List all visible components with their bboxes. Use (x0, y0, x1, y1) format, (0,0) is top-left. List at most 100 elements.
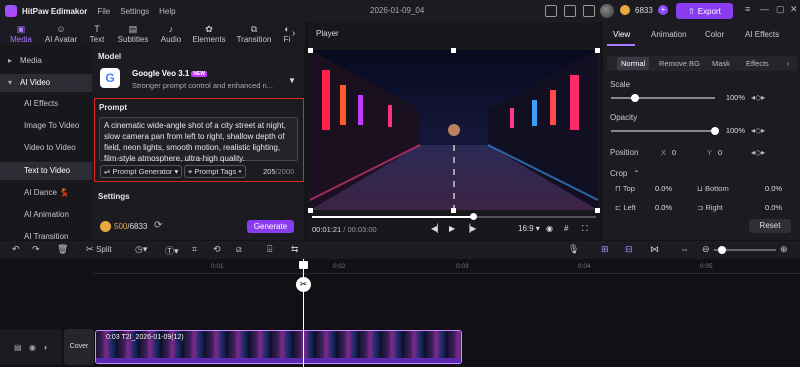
tab-text[interactable]: T Text (86, 22, 108, 46)
resize-handle[interactable] (451, 48, 456, 53)
sidebar-item-ai-animation[interactable]: AI Animation (0, 206, 92, 224)
position-x-field[interactable]: X0 (661, 148, 676, 157)
video-clip[interactable]: 0:03 T2I_2026-01-09(12) (95, 330, 462, 364)
cover-button[interactable]: Cover (64, 329, 94, 365)
zoom-in-icon[interactable]: ⊕ (780, 244, 788, 255)
tab-ai-effects[interactable]: AI Effects (745, 30, 779, 39)
subtab-mask[interactable]: Mask (712, 59, 730, 68)
slider-knob[interactable] (711, 127, 719, 135)
crop-left-value[interactable]: 0.0% (655, 203, 672, 212)
crop-top-value[interactable]: 0.0% (655, 184, 672, 193)
tab-subtitles[interactable]: ▤ Subtitles (113, 22, 153, 46)
grid-icon[interactable]: # (564, 224, 568, 233)
zoom-out-icon[interactable]: ⊖ (702, 244, 710, 255)
reset-button[interactable]: Reset (749, 219, 791, 233)
minimize-icon[interactable]: — (760, 4, 769, 14)
sidebar-item-ai-transition[interactable]: AI Transition (0, 228, 92, 240)
add-credits-button[interactable]: + (658, 5, 668, 15)
keyframe-nav-icon[interactable]: ◂◇▸ (751, 148, 765, 157)
tab-ai-avatar[interactable]: ☺ AI Avatar (40, 22, 82, 46)
sidebar-item-ai-dance[interactable]: AI Dance 💃 (0, 184, 92, 202)
split-button[interactable]: ✂ Split (86, 244, 112, 255)
subtab-effects[interactable]: Effects (746, 59, 769, 68)
next-frame-icon[interactable]: ▕▶ (464, 224, 476, 233)
snap-icon[interactable]: ⊟ (625, 244, 633, 255)
tab-transition[interactable]: ⧉ Transition (234, 22, 274, 46)
text-tool-icon[interactable]: Ⓣ▾ (165, 244, 179, 257)
resize-handle[interactable] (595, 208, 600, 213)
magnet-icon[interactable]: ⋈ (650, 244, 659, 255)
chevron-up-icon[interactable]: ⌃ (633, 169, 640, 178)
position-y-field[interactable]: Y0 (707, 148, 722, 157)
snapshot-icon[interactable]: ◉ (546, 224, 553, 233)
prompt-tags-button[interactable]: ⌖ Prompt Tags ▾ (184, 165, 246, 178)
menu-icon[interactable]: ≡ (745, 4, 750, 14)
crop-right-value[interactable]: 0.0% (765, 203, 782, 212)
close-icon[interactable]: ✕ (790, 4, 798, 15)
resize-handle[interactable] (308, 48, 313, 53)
notification-icon[interactable] (564, 5, 576, 17)
zoom-slider[interactable] (714, 246, 776, 254)
redo-icon[interactable]: ↷ (32, 244, 40, 255)
playhead[interactable] (303, 259, 304, 367)
aspect-ratio-select[interactable]: 16:9 ▾ (518, 224, 540, 233)
menu-file[interactable]: File (97, 7, 110, 16)
opacity-value[interactable]: 100% (723, 126, 745, 135)
avatar[interactable] (600, 4, 614, 18)
refresh-icon[interactable]: ⟳ (154, 220, 162, 231)
generate-button[interactable]: Generate (247, 220, 294, 233)
microphone-icon[interactable]: 🎙 (568, 244, 579, 255)
visibility-icon[interactable]: ◉ (29, 343, 36, 352)
subtab-normal[interactable]: Normal (617, 57, 650, 70)
gift-icon[interactable] (583, 5, 595, 17)
playback-progress[interactable] (312, 213, 596, 220)
tab-elements[interactable]: ✿ Elements (190, 22, 228, 46)
fit-icon[interactable]: ⇔ (680, 244, 689, 254)
tab-color[interactable]: Color (705, 30, 724, 39)
replace-icon[interactable]: ⇆ (291, 244, 299, 255)
sidebar-item-media[interactable]: ▸ Media (0, 52, 92, 70)
play-icon[interactable]: ▶ (449, 224, 455, 233)
clock-icon[interactable]: ◷▾ (135, 244, 147, 255)
zoom-knob[interactable] (718, 246, 726, 254)
sidebar-item-image-to-video[interactable]: Image To Video (0, 117, 92, 135)
track-lock-icon[interactable]: ▤ (14, 343, 22, 352)
tab-audio[interactable]: ♪ Audio (158, 22, 184, 46)
scale-value[interactable]: 100% (723, 93, 745, 102)
screen-icon[interactable] (545, 5, 557, 17)
fullscreen-icon[interactable]: ⛶ (582, 224, 588, 234)
subtab-remove-bg[interactable]: Remove BG (659, 59, 700, 68)
prompt-textarea[interactable]: A cinematic wide-angle shot of a city st… (99, 117, 298, 163)
model-selector[interactable]: G Google Veo 3.1 NEW Stronger prompt cont… (96, 64, 298, 90)
menu-settings[interactable]: Settings (120, 7, 149, 16)
playhead-handle[interactable] (299, 261, 308, 269)
video-preview[interactable] (310, 50, 598, 210)
tab-view[interactable]: View (613, 30, 630, 39)
sidebar-item-text-to-video[interactable]: Text to Video (0, 162, 92, 180)
resize-handle[interactable] (308, 208, 313, 213)
export-button[interactable]: ⇧ Export (676, 3, 733, 19)
chevron-right-icon[interactable]: › (787, 59, 790, 68)
sidebar-item-video-to-video[interactable]: Video to Video (0, 139, 92, 157)
resize-handle[interactable] (451, 208, 456, 213)
sidebar-item-ai-video[interactable]: ▾ AI Video (0, 74, 92, 92)
tab-animation[interactable]: Animation (651, 30, 687, 39)
mirror-icon[interactable]: ⧄ (236, 244, 242, 255)
chevron-right-icon[interactable]: › (292, 28, 295, 39)
slider-knob[interactable] (631, 94, 639, 102)
delete-icon[interactable]: 🗑 (57, 244, 68, 255)
menu-help[interactable]: Help (159, 7, 175, 16)
resize-handle[interactable] (595, 48, 600, 53)
opacity-slider[interactable] (611, 127, 719, 135)
keyframe-nav-icon[interactable]: ◂◇▸ (751, 93, 765, 102)
scissors-icon[interactable]: ✂ (296, 277, 311, 292)
maximize-icon[interactable]: ▢ (776, 4, 785, 15)
scale-slider[interactable] (611, 94, 715, 102)
rotate-icon[interactable]: ⟲ (213, 244, 221, 255)
tab-media[interactable]: ▣ Media (6, 22, 36, 46)
crop-icon[interactable]: ⌗ (192, 244, 197, 255)
crop-bottom-value[interactable]: 0.0% (765, 184, 782, 193)
freeze-icon[interactable]: ⌹ (267, 244, 272, 255)
progress-knob[interactable] (470, 213, 477, 220)
sidebar-item-ai-effects[interactable]: AI Effects (0, 95, 92, 113)
